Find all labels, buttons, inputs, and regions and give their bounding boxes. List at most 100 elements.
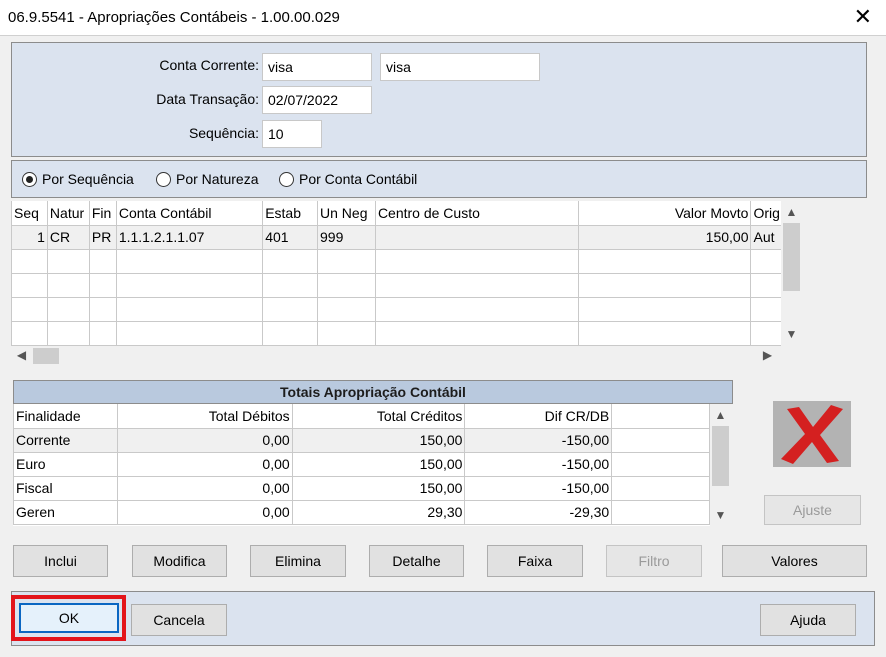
scroll-left-icon[interactable]: ◀: [11, 348, 32, 362]
cell: PR: [88, 224, 117, 250]
scroll-up-icon[interactable]: ▲: [781, 205, 802, 219]
scroll-thumb[interactable]: [712, 426, 729, 486]
scroll-right-icon[interactable]: ▶: [757, 348, 778, 362]
col-header: Finalidade: [13, 404, 118, 429]
sequencia-input[interactable]: 10: [262, 120, 322, 148]
cell: Geren: [13, 499, 118, 525]
cell: -150,00: [464, 451, 613, 477]
grid-horizontal-scrollbar[interactable]: ◀ ▶: [11, 346, 782, 366]
cell: 150,00: [577, 224, 752, 250]
radio-por-sequencia[interactable]: Por Sequência: [22, 171, 134, 187]
table-row[interactable]: Corrente 0,00 150,00 -150,00: [13, 427, 710, 453]
radio-por-conta-contabil[interactable]: Por Conta Contábil: [279, 171, 417, 187]
col-header: Dif CR/DB: [464, 404, 613, 429]
window-title: 06.9.5541 - Apropriações Contábeis - 1.0…: [8, 9, 340, 26]
cell: -29,30: [464, 499, 613, 525]
table-row[interactable]: [11, 248, 783, 274]
cell: 29,30: [291, 499, 466, 525]
col-header[interactable]: Valor Movto: [577, 201, 752, 226]
appropriation-grid[interactable]: Seq Natur Fin Conta Contábil Estab Un Ne…: [11, 201, 783, 346]
cell: -150,00: [464, 475, 613, 501]
cell: CR: [46, 224, 90, 250]
detalhe-button[interactable]: Detalhe: [369, 545, 464, 577]
table-row[interactable]: [11, 296, 783, 322]
cell: 0,00: [116, 451, 293, 477]
col-header[interactable]: Seq: [11, 201, 48, 226]
elimina-button[interactable]: Elimina: [250, 545, 346, 577]
cell: 0,00: [116, 475, 293, 501]
conta-corrente-label: Conta Corrente:: [159, 57, 259, 73]
scroll-down-icon[interactable]: ▼: [781, 327, 802, 341]
data-transacao-input[interactable]: 02/07/2022: [262, 86, 372, 114]
radio-selected-icon: [22, 171, 37, 187]
scroll-down-icon[interactable]: ▼: [710, 508, 731, 522]
col-header[interactable]: Conta Contábil: [115, 201, 264, 226]
cell: 1.1.1.2.1.1.07: [115, 224, 264, 250]
radio-unselected-icon: [156, 171, 171, 187]
red-x-icon: [781, 405, 843, 464]
ajuste-button[interactable]: Ajuste: [764, 495, 861, 525]
table-row[interactable]: Geren 0,00 29,30 -29,30: [13, 499, 710, 525]
col-header[interactable]: Fin: [88, 201, 117, 226]
cell: 999: [317, 224, 376, 250]
filtro-button[interactable]: Filtro: [606, 545, 702, 577]
data-transacao-label: Data Transação:: [156, 91, 259, 107]
cell: -150,00: [464, 427, 613, 453]
cell: 0,00: [116, 499, 293, 525]
table-row[interactable]: [11, 272, 783, 298]
cell: Fiscal: [13, 475, 118, 501]
totals-vertical-scrollbar[interactable]: ▲ ▼: [710, 404, 731, 526]
col-header[interactable]: Natur: [46, 201, 90, 226]
col-header[interactable]: Orig: [750, 201, 783, 226]
conta-corrente-description: visa: [380, 53, 540, 81]
close-icon[interactable]: ✕: [854, 4, 872, 30]
totals-header-row: Finalidade Total Débitos Total Créditos …: [13, 404, 710, 429]
cell: Aut: [750, 224, 783, 250]
table-row[interactable]: Fiscal 0,00 150,00 -150,00: [13, 475, 710, 501]
conta-corrente-input[interactable]: visa: [262, 53, 372, 81]
cell: 401: [262, 224, 319, 250]
grid-header-row: Seq Natur Fin Conta Contábil Estab Un Ne…: [11, 201, 783, 226]
radio-por-natureza[interactable]: Por Natureza: [156, 171, 258, 187]
radio-label: Por Natureza: [176, 171, 259, 187]
inclui-button[interactable]: Inclui: [13, 545, 108, 577]
table-row[interactable]: 1 CR PR 1.1.1.2.1.1.07 401 999 150,00 Au…: [11, 224, 783, 250]
cell: 150,00: [291, 427, 466, 453]
radio-unselected-icon: [279, 171, 294, 187]
grid-vertical-scrollbar[interactable]: ▲ ▼: [781, 201, 802, 346]
col-header[interactable]: Un Neg: [317, 201, 376, 226]
valores-button[interactable]: Valores: [722, 545, 867, 577]
radio-label: Por Sequência: [42, 171, 134, 187]
scroll-thumb[interactable]: [33, 348, 59, 364]
ok-button[interactable]: OK: [19, 603, 119, 633]
cell: 150,00: [291, 451, 466, 477]
col-header: Total Créditos: [291, 404, 466, 429]
cell: Euro: [13, 451, 118, 477]
col-header[interactable]: Estab: [262, 201, 319, 226]
totals-grid[interactable]: Finalidade Total Débitos Total Créditos …: [13, 404, 710, 526]
col-header: Total Débitos: [116, 404, 293, 429]
col-header[interactable]: Centro de Custo: [374, 201, 579, 226]
cell: 150,00: [291, 475, 466, 501]
dialog-body: Conta Corrente: visa visa Data Transação…: [0, 36, 886, 657]
totals-table: Finalidade Total Débitos Total Créditos …: [13, 404, 710, 525]
table-row[interactable]: [11, 320, 783, 346]
delete-x-icon[interactable]: [773, 401, 851, 467]
sort-options-panel: Por Sequência Por Natureza Por Conta Con…: [11, 160, 867, 198]
cancela-button[interactable]: Cancela: [131, 604, 227, 636]
cell: [374, 224, 579, 250]
table-row[interactable]: Euro 0,00 150,00 -150,00: [13, 451, 710, 477]
scroll-thumb[interactable]: [783, 223, 800, 291]
totals-title: Totais Apropriação Contábil: [13, 380, 733, 404]
cell: 1: [11, 224, 48, 250]
modifica-button[interactable]: Modifica: [132, 545, 227, 577]
radio-label: Por Conta Contábil: [299, 171, 418, 187]
sequencia-label: Sequência:: [188, 125, 259, 141]
grid-table: Seq Natur Fin Conta Contábil Estab Un Ne…: [11, 201, 783, 346]
ajuda-button[interactable]: Ajuda: [760, 604, 856, 636]
title-bar: 06.9.5541 - Apropriações Contábeis - 1.0…: [0, 0, 886, 36]
header-panel: Conta Corrente: visa visa Data Transação…: [11, 42, 867, 157]
faixa-button[interactable]: Faixa: [487, 545, 583, 577]
cell: Corrente: [13, 427, 118, 453]
scroll-up-icon[interactable]: ▲: [710, 408, 731, 422]
